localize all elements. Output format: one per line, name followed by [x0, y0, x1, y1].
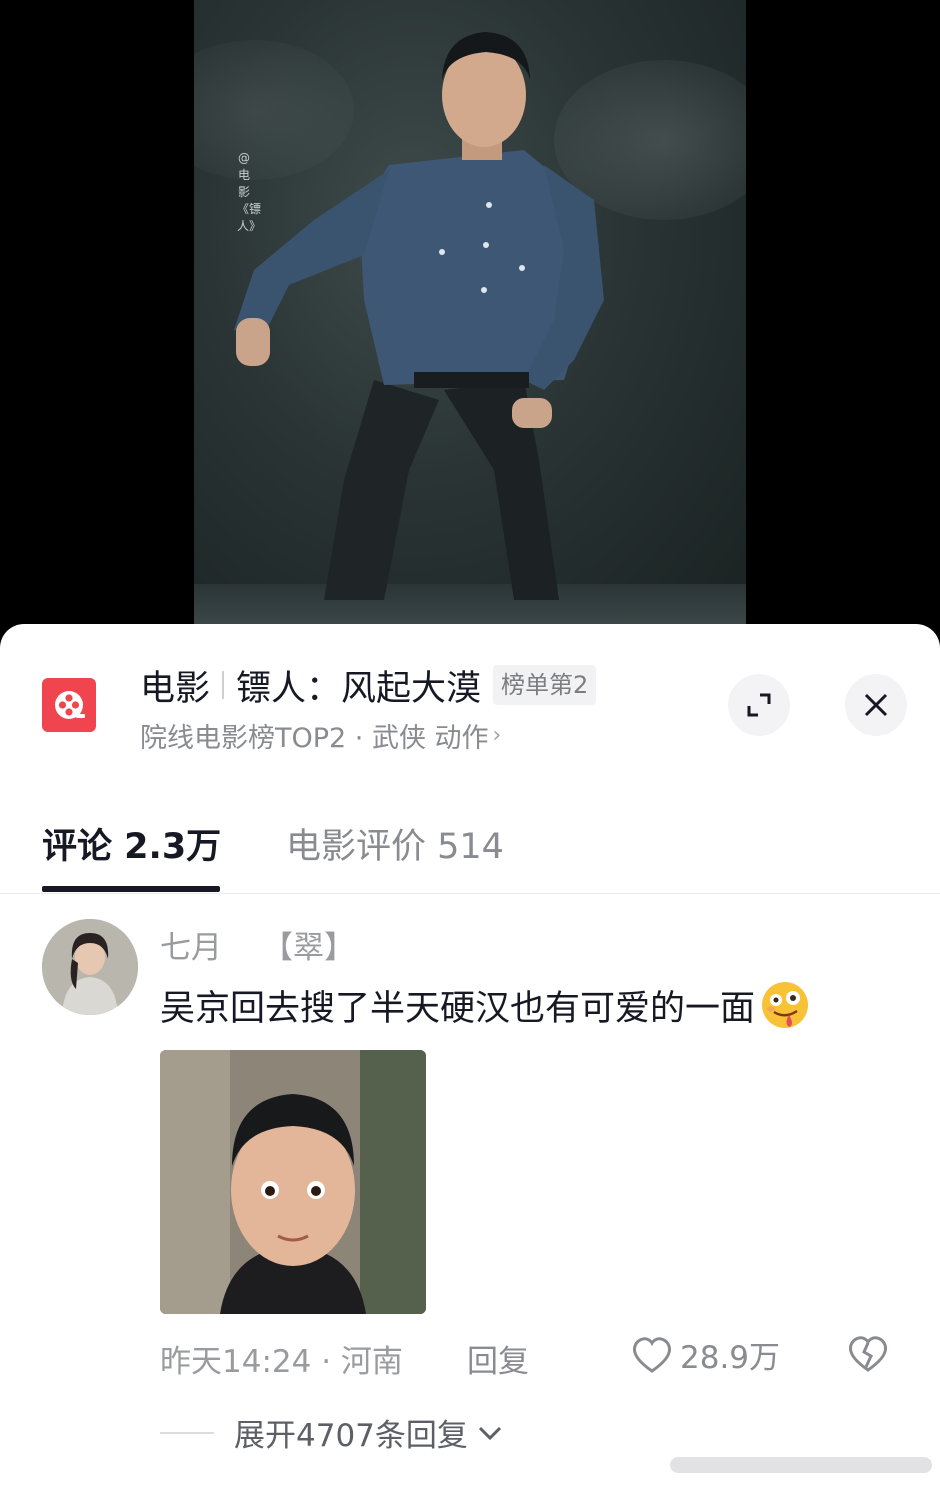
emoji-drool-icon	[762, 982, 809, 1028]
expand-divider	[160, 1431, 214, 1434]
movie-subtitle[interactable]: 院线电影榜TOP2 · 武侠 动作 ›	[140, 716, 501, 755]
movie-app-icon[interactable]	[42, 678, 96, 732]
movie-title-row[interactable]: 电影 镖人：风起大漠 榜单第2	[140, 662, 597, 709]
username: 七月	[160, 930, 222, 966]
broken-heart-icon	[849, 1336, 887, 1372]
comment-image[interactable]	[160, 1050, 426, 1314]
video-frame[interactable]	[194, 0, 746, 624]
tab-bar: 评论 2.3万 电影评价 514	[0, 804, 940, 894]
movie-comments-panel: 电影 镖人：风起大漠 榜单第2 院线电影榜TOP2 · 武侠 动作 › 评论 2…	[0, 624, 940, 1485]
expand-button[interactable]	[728, 674, 790, 736]
rank-badge: 榜单第2	[493, 665, 597, 705]
reply-button[interactable]: 回复	[467, 1336, 529, 1381]
comment-meta: 昨天14:24 · 河南 回复 28.9万	[160, 1332, 900, 1380]
comment-time-location: 昨天14:24 · 河南	[160, 1344, 403, 1380]
movie-category: 电影	[140, 668, 211, 709]
chevron-down-icon	[478, 1426, 501, 1440]
expand-icon	[747, 693, 771, 717]
like-count: 28.9万	[680, 1340, 781, 1376]
video-figure	[234, 32, 604, 600]
expand-replies-label: 展开4707条回复	[234, 1418, 468, 1454]
heart-icon	[633, 1336, 671, 1373]
comment-author[interactable]: 七月 【翠】	[160, 922, 355, 967]
video-player[interactable]: @电影《镖人》	[0, 0, 940, 640]
movie-name: 镖人：风起大漠	[236, 668, 482, 709]
like-button[interactable]: 28.9万	[630, 1332, 780, 1377]
tab-reviews[interactable]: 电影评价 514	[286, 818, 504, 869]
avatar[interactable]	[42, 919, 138, 1015]
chevron-right-icon: ›	[492, 723, 502, 748]
active-tab-indicator	[42, 886, 220, 892]
comment-body[interactable]: 吴京回去搜了半天硬汉也有可爱的一面	[160, 979, 811, 1031]
home-indicator	[670, 1457, 932, 1473]
video-watermark: @电影《镖人》	[237, 151, 262, 233]
dislike-button[interactable]	[846, 1334, 890, 1382]
title-divider	[222, 671, 225, 699]
close-button[interactable]	[845, 674, 907, 736]
close-icon	[864, 693, 888, 717]
expand-replies[interactable]: 展开4707条回复	[160, 1410, 504, 1455]
tab-comments[interactable]: 评论 2.3万	[42, 818, 221, 869]
movie-subtitle-text: 院线电影榜TOP2 · 武侠 动作	[140, 723, 489, 754]
user-tag: 【翠】	[262, 930, 355, 966]
comment-text: 吴京回去搜了半天硬汉也有可爱的一面	[160, 988, 756, 1029]
